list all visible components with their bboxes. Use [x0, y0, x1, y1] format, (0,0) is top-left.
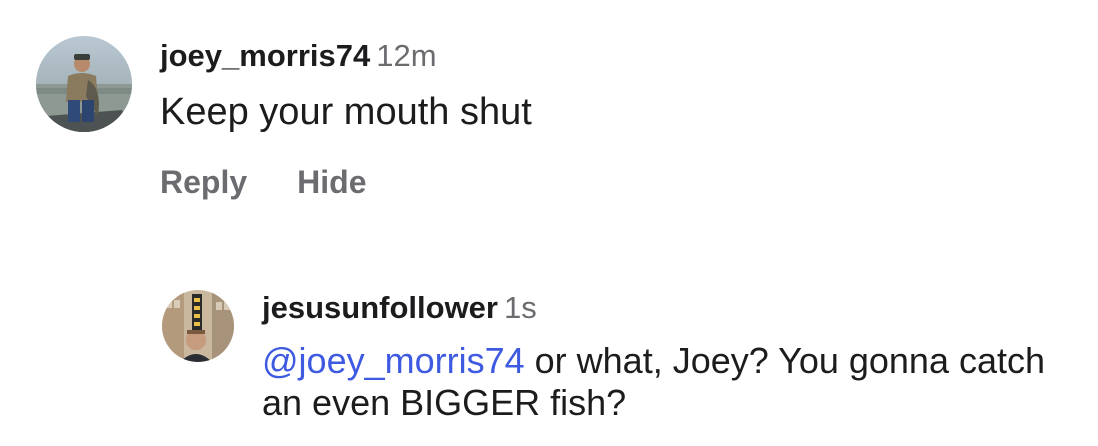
reply-button[interactable]: Reply [160, 164, 247, 200]
fisherman-avatar-icon [36, 36, 132, 132]
comment-actions: Reply Hide [160, 164, 1060, 201]
comment-header: joey_morris74 12m [160, 38, 1060, 74]
street-avatar-icon [162, 290, 234, 362]
comment-body: jesusunfollower 1s @joey_morris74 or what… [262, 290, 1092, 424]
comment-header: jesusunfollower 1s [262, 290, 1092, 326]
timestamp: 1s [503, 290, 537, 325]
timestamp: 12m [376, 38, 437, 73]
mention-link[interactable]: @joey_morris74 [262, 340, 525, 381]
avatar[interactable] [36, 36, 132, 132]
comment-text: @joey_morris74 or what, Joey? You gonna … [262, 340, 1092, 424]
avatar[interactable] [162, 290, 234, 362]
username[interactable]: jesusunfollower [262, 290, 498, 325]
comment-body: joey_morris74 12m Keep your mouth shut Re… [160, 38, 1060, 201]
username[interactable]: joey_morris74 [160, 38, 370, 73]
hide-button[interactable]: Hide [297, 164, 366, 200]
comment-text: Keep your mouth shut [160, 91, 532, 133]
